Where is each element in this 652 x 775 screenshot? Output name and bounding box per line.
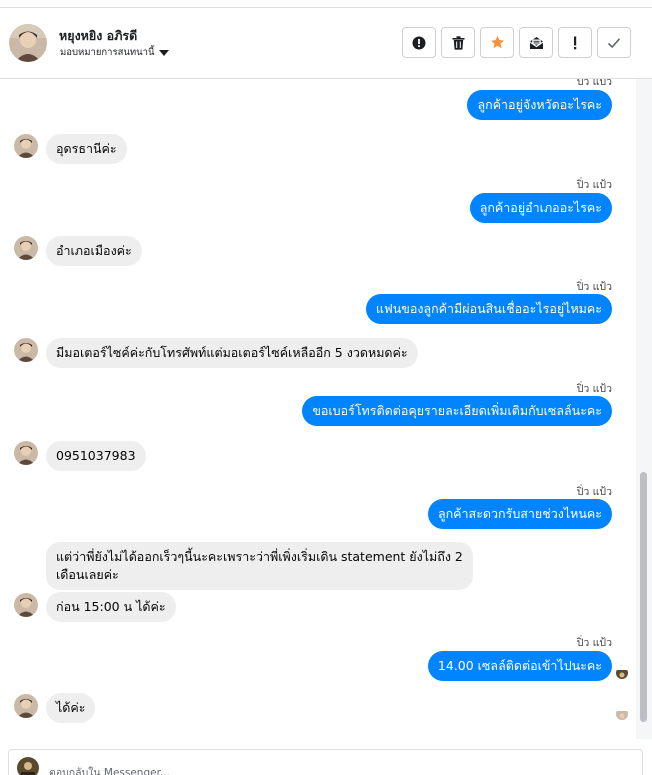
contact-mini-avatar [14, 338, 38, 362]
report-icon [412, 36, 426, 49]
outgoing-message[interactable]: 14.00 เซลล์ติดต่อเข้าไปนะคะ [427, 651, 612, 681]
incoming-message[interactable]: แต่ว่าพี่ยังไม่ได้ออกเร็วๆนี้นะคะเพราะว่… [46, 542, 473, 590]
outgoing-message[interactable]: แฟนของลูกค้ามีผ่อนสินเชื่ออะไรอยู่ไหมคะ [365, 294, 612, 324]
check-icon [607, 37, 621, 48]
contact-mini-avatar [14, 694, 38, 718]
scrollbar-thumb[interactable] [640, 472, 647, 722]
outgoing-message[interactable]: ลูกค้าสะดวกรับสายช่วงไหนคะ [427, 499, 612, 529]
conversation-actions [402, 27, 631, 58]
read-receipt-avatar [616, 667, 628, 679]
mark-unread-button[interactable] [519, 27, 553, 58]
sender-label: ปิ่ว แป้ว [576, 281, 612, 293]
reply-box[interactable]: ตอบกลับใน Messenger... [8, 749, 643, 775]
contact-mini-avatar [14, 134, 38, 158]
conversation-header: หยุงหยิง อภิรดี มอบหมายการสนทนานี้ [0, 9, 652, 79]
outgoing-message[interactable]: ขอเบอร์โทรติดต่อคุยรายละเอียดเพิ่มเติมกั… [302, 396, 612, 426]
trash-icon [452, 35, 464, 50]
outgoing-message[interactable]: ลูกค้าอยู่จังหวัดอะไรคะ [467, 90, 612, 120]
assign-label: มอบหมายการสนทนานี้ [60, 47, 155, 58]
contact-mini-avatar [14, 441, 38, 465]
sender-label: ปิ่ว แป้ว [576, 486, 612, 498]
message-line: แต่ว่าพี่ยังไม่ได้ออกเร็วๆนี้นะคะเพราะว่… [56, 549, 463, 564]
delete-button[interactable] [441, 27, 475, 58]
thread-scrollbar[interactable] [636, 79, 652, 739]
sender-label: ปิ่ว แป้ว [576, 79, 612, 88]
incoming-message[interactable]: อำเภอเมืองค่ะ [46, 236, 142, 266]
mark-unread-icon [529, 36, 543, 49]
incoming-message[interactable]: อุดรธานีค่ะ [46, 134, 127, 164]
star-button[interactable] [480, 27, 514, 58]
contact-mini-avatar [14, 236, 38, 260]
incoming-message[interactable]: 0951037983 [46, 441, 146, 471]
outgoing-message[interactable]: ลูกค้าอยู่อำเภออะไรคะ [469, 193, 612, 223]
contact-mini-avatar [14, 593, 38, 617]
sender-label: ปิ่ว แป้ว [576, 637, 612, 649]
spam-button[interactable] [558, 27, 592, 58]
mark-done-button[interactable] [597, 27, 631, 58]
incoming-message[interactable]: มีมอเตอร์ไซค์ค่ะกับโทรศัพท์แต่มอเตอร์ไซค… [46, 338, 418, 368]
contact-avatar[interactable] [9, 24, 47, 62]
incoming-message[interactable]: ก่อน 15:00 น ได้ค่ะ [46, 592, 176, 622]
message-line: เดือนเลยค่ะ [56, 567, 119, 582]
incoming-message[interactable]: ได้ค่ะ [46, 693, 96, 723]
message-thread[interactable]: ปิ่ว แป้ว ลูกค้าอยู่จังหวัดอะไรคะ อุดรธา… [0, 79, 636, 739]
sender-label: ปิ่ว แป้ว [576, 179, 612, 191]
page-avatar [17, 757, 39, 775]
reply-placeholder: ตอบกลับใน Messenger... [49, 767, 170, 775]
sender-label: ปิ่ว แป้ว [576, 383, 612, 395]
star-icon [490, 35, 504, 49]
report-button[interactable] [402, 27, 436, 58]
assign-conversation-dropdown[interactable]: มอบหมายการสนทนานี้ [60, 45, 169, 60]
caret-down-icon [158, 49, 169, 56]
seen-by-contact-avatar [616, 708, 628, 720]
top-strip [0, 0, 652, 8]
contact-name: หยุงหยิง อภิรดี [59, 28, 138, 43]
exclamation-icon [574, 36, 577, 49]
